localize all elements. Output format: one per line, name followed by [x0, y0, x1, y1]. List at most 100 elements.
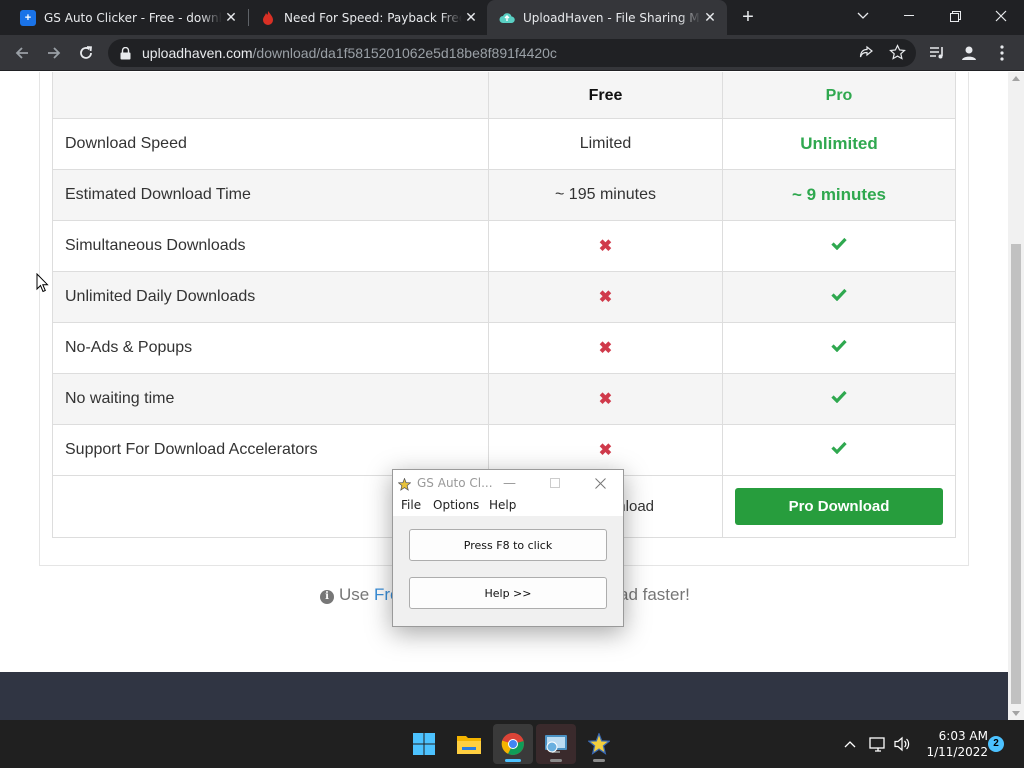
tab-search-chevron-icon[interactable] [840, 0, 886, 32]
gs-auto-clicker-window: GS Auto Cl... — File Options Help Press … [392, 469, 624, 627]
feature-label: No-Ads & Popups [52, 322, 489, 374]
reload-icon[interactable] [74, 41, 98, 65]
remote-app-icon[interactable] [536, 724, 576, 764]
bookmark-star-icon[interactable] [889, 44, 906, 66]
table-row: Support For Download Accelerators ✖ [52, 424, 956, 476]
pro-value: Unlimited [800, 134, 878, 153]
url-path: /download/da1f5815201062e5d18be8f891f442… [252, 45, 557, 61]
page-scrollbar[interactable] [1008, 72, 1024, 720]
address-bar[interactable]: uploadhaven.com/download/da1f5815201062e… [108, 39, 916, 67]
tab-gs-auto-clicker[interactable]: + GS Auto Clicker - Free - downloa ✕ [8, 0, 248, 35]
check-mark-icon [831, 390, 847, 408]
table-row: No waiting time ✖ [52, 373, 956, 425]
x-mark-icon: ✖ [598, 442, 613, 459]
x-mark-icon: ✖ [598, 340, 613, 357]
menu-options[interactable]: Options [433, 498, 479, 512]
chrome-icon[interactable] [493, 724, 533, 764]
info-circle-icon: i [320, 590, 334, 604]
notification-count-badge[interactable]: 2 [988, 736, 1004, 752]
page-footer [0, 672, 1008, 720]
feature-label: No waiting time [52, 373, 489, 425]
forward-arrow-icon[interactable] [42, 41, 66, 65]
new-tab-plus-icon[interactable]: + [738, 7, 758, 27]
tip-tail: ad faster! [619, 585, 690, 604]
pro-value: ~ 9 minutes [791, 185, 886, 204]
uploadhaven-favicon-icon [499, 10, 515, 26]
check-mark-icon [831, 441, 847, 459]
media-queue-icon[interactable] [925, 41, 949, 65]
nfs-favicon-icon [260, 10, 276, 26]
feature-label: Unlimited Daily Downloads [52, 271, 489, 323]
maximize-icon[interactable] [532, 470, 577, 496]
close-window-icon[interactable] [978, 0, 1024, 32]
check-mark-icon [831, 339, 847, 357]
url-text[interactable]: uploadhaven.com/download/da1f5815201062e… [142, 45, 557, 61]
browser-tab-strip: + GS Auto Clicker - Free - downloa ✕ Nee… [0, 0, 1024, 35]
x-mark-icon: ✖ [598, 238, 613, 255]
window-menubar: File Options Help [393, 496, 623, 516]
check-mark-icon [831, 288, 847, 306]
minimize-icon[interactable] [886, 0, 932, 32]
url-host: uploadhaven.com [142, 45, 253, 61]
gs-star-icon [397, 476, 412, 495]
x-mark-icon: ✖ [598, 289, 613, 306]
close-tab-icon[interactable]: ✕ [462, 9, 480, 27]
minimize-icon[interactable]: — [487, 470, 532, 496]
start-icon[interactable] [404, 724, 444, 764]
table-row: Estimated Download Time ~ 195 minutes ~ … [52, 169, 956, 221]
share-icon[interactable] [858, 45, 874, 66]
free-value: Limited [488, 118, 723, 170]
volume-icon[interactable] [892, 734, 912, 754]
pro-download-button[interactable]: Pro Download [735, 488, 943, 525]
running-indicator [550, 759, 562, 762]
tab-need-for-speed[interactable]: Need For Speed: Payback Free Do ✕ [248, 0, 488, 35]
chrome-menu-kebab-icon[interactable] [990, 41, 1014, 65]
table-row: Simultaneous Downloads ✖ [52, 220, 956, 272]
window-title: GS Auto Cl... [417, 476, 493, 490]
profile-avatar-icon[interactable] [957, 41, 981, 65]
lock-icon[interactable] [120, 46, 134, 60]
pro-column-header: Pro [825, 86, 853, 104]
show-hidden-icons-chevron-icon[interactable] [840, 734, 860, 754]
table-row: Unlimited Daily Downloads ✖ [52, 271, 956, 323]
clock-date: 1/11/2022 [926, 745, 988, 759]
x-mark-icon: ✖ [598, 391, 613, 408]
tab-title: UploadHaven - File Sharing Made [523, 10, 701, 25]
close-tab-icon[interactable]: ✕ [701, 9, 719, 27]
menu-file[interactable]: File [401, 498, 421, 512]
table-row: Download Speed Limited Unlimited [52, 118, 956, 170]
back-arrow-icon[interactable] [10, 41, 34, 65]
restore-icon[interactable] [932, 0, 978, 32]
browser-toolbar: uploadhaven.com/download/da1f5815201062e… [0, 35, 1024, 71]
help-button[interactable]: Help >> [409, 577, 607, 609]
scroll-down-arrow-icon[interactable] [1012, 711, 1020, 716]
free-column-header: Free [588, 86, 623, 104]
feature-label: Estimated Download Time [52, 169, 489, 221]
close-tab-icon[interactable]: ✕ [222, 9, 240, 27]
check-mark-icon [831, 237, 847, 255]
gs-auto-clicker-icon[interactable] [579, 724, 619, 764]
mouse-cursor-icon [36, 272, 49, 298]
table-header-row: Free Pro [52, 72, 956, 119]
menu-help[interactable]: Help [489, 498, 516, 512]
network-icon[interactable] [868, 734, 888, 754]
feature-label: Download Speed [52, 118, 489, 170]
running-indicator [593, 759, 605, 762]
scrollbar-thumb[interactable] [1011, 244, 1021, 704]
window-titlebar[interactable]: GS Auto Cl... — [393, 470, 623, 496]
gs-auto-clicker-favicon-icon: + [20, 9, 36, 26]
press-f8-to-click-button[interactable]: Press F8 to click [409, 529, 607, 561]
close-icon[interactable] [578, 470, 623, 496]
accelerator-tip: i Use Fre ad faster! [320, 585, 690, 605]
table-row: No-Ads & Popups ✖ [52, 322, 956, 374]
free-value: ~ 195 minutes [488, 169, 723, 221]
system-clock[interactable]: 6:03 AM 1/11/2022 [918, 728, 988, 760]
tab-title: Need For Speed: Payback Free Do [284, 10, 462, 25]
tab-title: GS Auto Clicker - Free - downloa [44, 10, 222, 25]
feature-label: Simultaneous Downloads [52, 220, 489, 272]
clock-time: 6:03 AM [938, 729, 988, 743]
windows-taskbar: 6:03 AM 1/11/2022 2 [0, 720, 1024, 768]
tab-uploadhaven[interactable]: UploadHaven - File Sharing Made ✕ [487, 0, 727, 35]
scroll-up-arrow-icon[interactable] [1012, 76, 1020, 81]
file-explorer-icon[interactable] [449, 724, 489, 764]
